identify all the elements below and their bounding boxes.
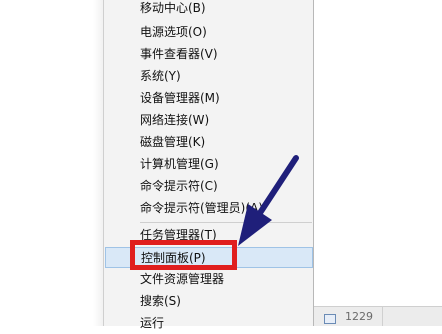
menu-item-mobility-center[interactable]: 移动中心(B) (105, 0, 313, 19)
menu-item-event-viewer[interactable]: 事件查看器(V) (105, 44, 313, 65)
taskbar-clock-text: 1229 (345, 310, 373, 323)
menu-item-label: 计算机管理(G) (140, 157, 219, 171)
quick-link-context-menu: 移动中心(B) 电源选项(O) 事件查看器(V) 系统(Y) 设备管理器(M) … (103, 0, 314, 330)
menu-item-label: 事件查看器(V) (140, 47, 218, 61)
menu-item-label: 设备管理器(M) (140, 91, 220, 105)
menu-item-computer-management[interactable]: 计算机管理(G) (105, 154, 313, 175)
menu-item-file-explorer[interactable]: 文件资源管理器 (105, 269, 313, 290)
menu-item-label: 运行 (140, 316, 165, 330)
menu-item-label: 文件资源管理器 (140, 272, 225, 286)
menu-item-command-prompt[interactable]: 命令提示符(C) (105, 176, 313, 197)
menu-item-label: 命令提示符(C) (140, 179, 218, 193)
menu-item-run[interactable]: 运行 (105, 313, 313, 334)
menu-item-label: 命令提示符(管理员)(A) (140, 201, 263, 215)
menu-item-label: 移动中心(B) (140, 1, 206, 15)
highlight-callout-box (130, 240, 237, 270)
menu-item-power-options[interactable]: 电源选项(O) (105, 22, 313, 43)
menu-item-network-connections[interactable]: 网络连接(W) (105, 110, 313, 131)
window-icon[interactable] (324, 314, 336, 324)
menu-item-label: 系统(Y) (140, 69, 181, 83)
menu-item-label: 电源选项(O) (140, 25, 207, 39)
menu-item-disk-management[interactable]: 磁盘管理(K) (105, 132, 313, 153)
menu-item-system[interactable]: 系统(Y) (105, 66, 313, 87)
background-shadow (93, 0, 103, 326)
menu-item-label: 网络连接(W) (140, 113, 210, 127)
menu-item-command-prompt-admin[interactable]: 命令提示符(管理员)(A) (105, 198, 313, 219)
menu-item-label: 磁盘管理(K) (140, 135, 206, 149)
taskbar-divider (382, 306, 383, 326)
menu-item-device-manager[interactable]: 设备管理器(M) (105, 88, 313, 109)
menu-item-label: 搜索(S) (140, 294, 181, 308)
menu-item-search[interactable]: 搜索(S) (105, 291, 313, 312)
menu-separator (140, 222, 312, 223)
